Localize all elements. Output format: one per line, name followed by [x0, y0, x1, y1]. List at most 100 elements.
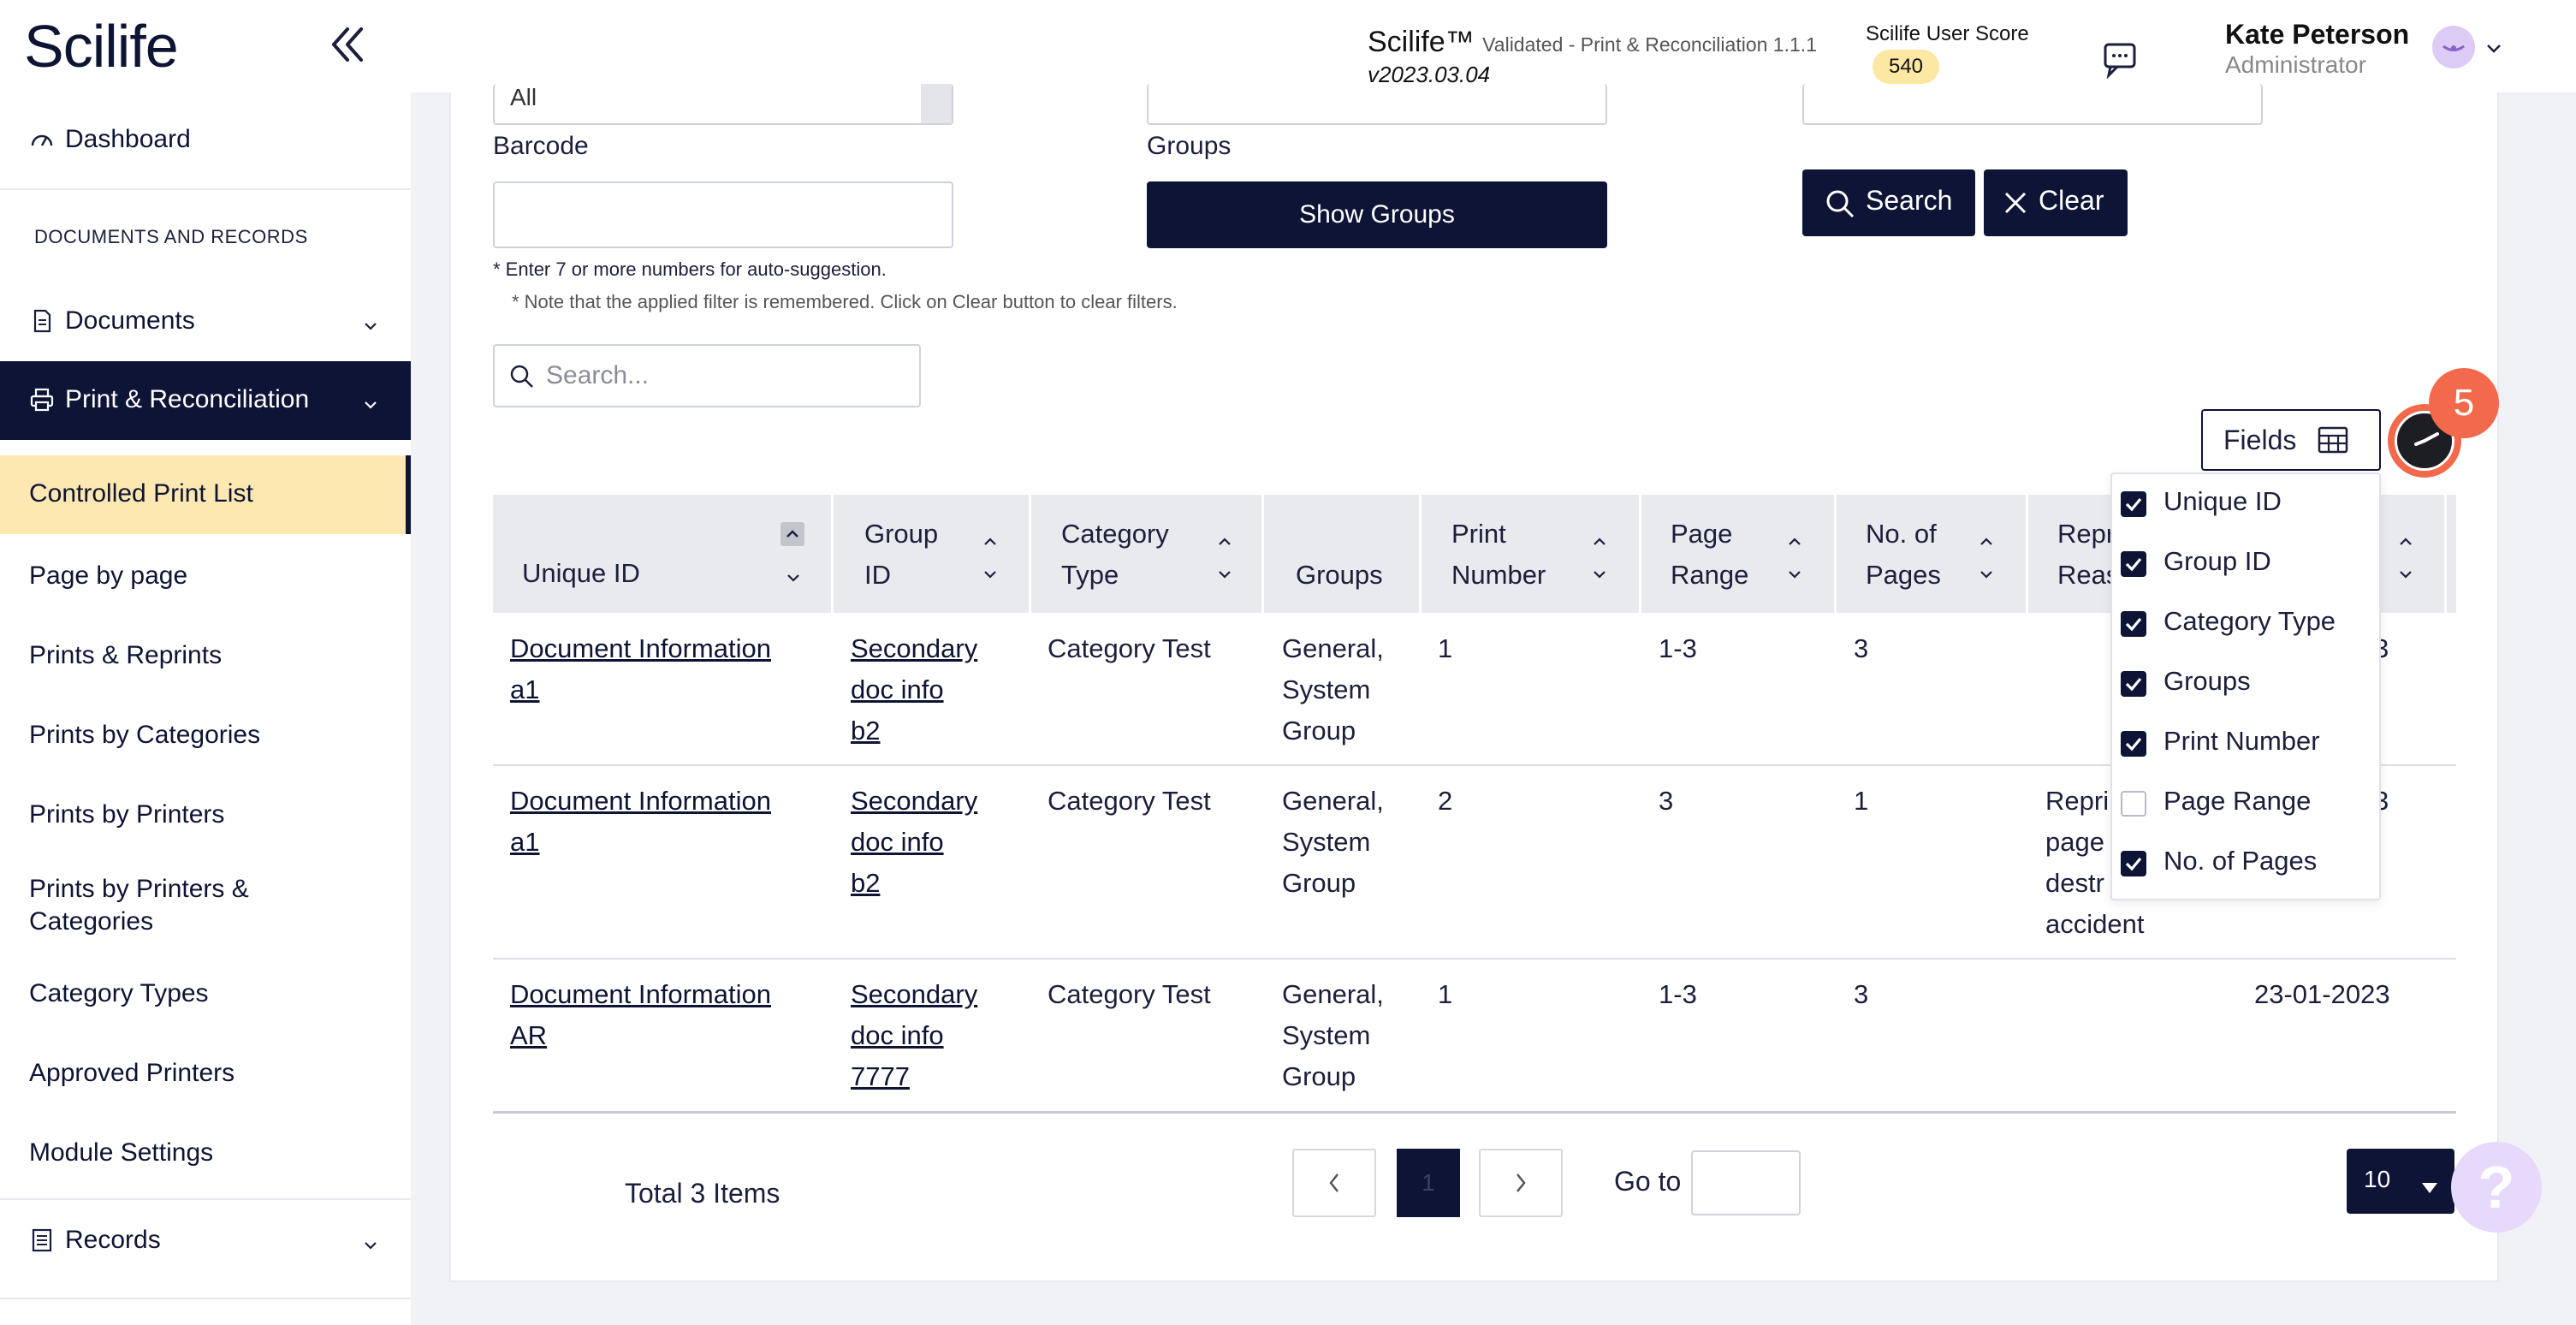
group-id-link[interactable]: Secondary — [851, 974, 977, 1015]
group-id-link-line2[interactable]: doc info — [851, 822, 977, 863]
field-option-groups[interactable]: Groups — [2112, 654, 2383, 714]
select-scroll-thumb[interactable] — [921, 84, 952, 123]
group-id-link-line3[interactable]: 7777 — [851, 1056, 977, 1097]
user-name[interactable]: Kate Peterson — [2225, 19, 2409, 51]
sidebar-item-approved-printers[interactable]: Approved Printers — [0, 1049, 411, 1108]
unique-id-link-line2[interactable]: AR — [510, 1015, 771, 1056]
column-header-category-type[interactable]: Category — [1061, 514, 1169, 555]
unique-id-link-line2[interactable]: a1 — [510, 822, 771, 863]
sort-asc-icon[interactable] — [2396, 529, 2415, 548]
sidebar-item-documents[interactable]: Documents — [0, 291, 411, 351]
field-option-unique-id[interactable]: Unique ID — [2112, 474, 2383, 534]
checkbox-checked-icon[interactable] — [2121, 851, 2146, 876]
field-option-print-number[interactable]: Print Number — [2112, 714, 2383, 774]
sort-asc-icon[interactable] — [1977, 529, 1996, 548]
prev-page-button[interactable] — [1292, 1149, 1376, 1217]
search-button[interactable]: Search — [1802, 169, 1975, 236]
field-option-no-of-pages[interactable]: No. of Pages — [2112, 834, 2383, 894]
column-header-no-of-pages[interactable]: No. of — [1866, 514, 1937, 555]
column-header-page-range[interactable]: Page — [1671, 514, 1732, 555]
groups-cell-line: System — [1282, 674, 1371, 704]
sidebar-item-records[interactable]: Records — [0, 1207, 411, 1280]
unique-id-link-line2[interactable]: a1 — [510, 669, 771, 710]
sort-asc-active-icon[interactable] — [781, 522, 804, 546]
page-range-cell: 1-3 — [1659, 979, 1697, 1009]
show-groups-button[interactable]: Show Groups — [1147, 181, 1607, 248]
groups-cell-line: Group — [1282, 716, 1356, 746]
sidebar-item-prints-by-printers-categories[interactable]: Prints by Printers & Categories — [0, 863, 411, 940]
sort-desc-icon[interactable] — [1785, 561, 1804, 580]
collapse-sidebar-icon[interactable] — [323, 21, 371, 68]
checkbox-checked-icon[interactable] — [2121, 671, 2146, 697]
goto-page-input[interactable] — [1691, 1150, 1801, 1215]
sidebar-item-print-reconciliation[interactable]: Print & Reconciliation — [0, 361, 411, 440]
sort-asc-icon[interactable] — [981, 529, 1000, 548]
group-id-link[interactable]: Secondary — [851, 781, 977, 822]
date-input[interactable] — [1802, 84, 2263, 125]
group-id-link[interactable]: Secondary — [851, 628, 977, 669]
page-range-cell: 1-3 — [1659, 633, 1697, 663]
checkbox-checked-icon[interactable] — [2121, 551, 2146, 577]
sort-asc-icon[interactable] — [1215, 529, 1234, 548]
unique-id-link[interactable]: Document Information — [510, 781, 771, 822]
groups-cell-line: General, — [1282, 633, 1384, 663]
sidebar-item-controlled-print-list[interactable]: Controlled Print List — [0, 455, 411, 534]
fields-button[interactable]: Fields — [2201, 409, 2381, 471]
sidebar-item-prints-by-categories[interactable]: Prints by Categories — [0, 710, 411, 770]
sort-asc-icon[interactable] — [1590, 529, 1609, 548]
chevron-down-icon[interactable] — [2484, 36, 2504, 56]
checkbox-checked-icon[interactable] — [2121, 731, 2146, 757]
barcode-input[interactable] — [493, 181, 953, 248]
field-option-label: Print Number — [2163, 726, 2320, 756]
sort-desc-icon[interactable] — [1215, 561, 1234, 580]
column-separator — [1419, 495, 1422, 613]
column-header-groups[interactable]: Groups — [1296, 555, 1383, 596]
fields-dropdown-menu: Unique ID Group ID Category Type Groups … — [2110, 472, 2381, 900]
product-title: Scilife™ Validated - Print & Reconciliat… — [1368, 26, 1817, 59]
column-header-category-type-line2: Type — [1061, 560, 1119, 590]
chat-icon[interactable] — [2100, 39, 2140, 80]
sort-desc-icon[interactable] — [981, 561, 1000, 580]
checkbox-checked-icon[interactable] — [2121, 491, 2146, 517]
user-role: Administrator — [2225, 51, 2366, 78]
group-id-link-line2[interactable]: doc info — [851, 669, 977, 710]
next-page-button[interactable] — [1479, 1149, 1563, 1217]
field-option-group-id[interactable]: Group ID — [2112, 534, 2383, 594]
sort-desc-icon[interactable] — [784, 565, 803, 584]
sidebar-item-prints-reprints[interactable]: Prints & Reprints — [0, 631, 411, 691]
sidebar-item-page-by-page[interactable]: Page by page — [0, 551, 411, 611]
checkbox-unchecked-icon[interactable] — [2121, 791, 2146, 817]
status-select[interactable]: All — [493, 84, 953, 125]
page-size-select[interactable]: 10 — [2347, 1149, 2454, 1214]
column-header-group-id[interactable]: Group — [864, 514, 938, 555]
search-icon — [1825, 188, 1855, 219]
clear-button[interactable]: Clear — [1984, 169, 2128, 236]
sidebar-item-category-types[interactable]: Category Types — [0, 969, 411, 1029]
page-1-button[interactable]: 1 — [1397, 1149, 1460, 1217]
total-items: Total 3 Items — [625, 1178, 781, 1209]
group-id-link-line3[interactable]: b2 — [851, 863, 977, 904]
group-id-link-line3[interactable]: b2 — [851, 710, 977, 752]
groups-input[interactable] — [1147, 84, 1607, 125]
unique-id-link[interactable]: Document Information — [510, 974, 771, 1015]
sidebar-item-module-settings[interactable]: Module Settings — [0, 1128, 411, 1188]
divider — [0, 1198, 411, 1200]
table-search-input[interactable]: Search... — [493, 344, 921, 407]
column-header-print-number[interactable]: Print — [1451, 514, 1506, 555]
avatar[interactable] — [2432, 26, 2475, 68]
sidebar-item-prints-by-printers[interactable]: Prints by Printers — [0, 790, 411, 850]
help-button[interactable]: ? — [2451, 1142, 2542, 1233]
unique-id-link[interactable]: Document Information — [510, 628, 771, 669]
sort-desc-icon[interactable] — [2396, 561, 2415, 580]
field-option-page-range[interactable]: Page Range — [2112, 774, 2383, 834]
field-option-label: Group ID — [2163, 546, 2271, 576]
scilife-logo[interactable]: Scilife — [24, 12, 179, 80]
column-header-unique-id[interactable]: Unique ID — [522, 553, 640, 594]
field-option-category-type[interactable]: Category Type — [2112, 594, 2383, 654]
sort-desc-icon[interactable] — [1977, 561, 1996, 580]
sort-asc-icon[interactable] — [1785, 529, 1804, 548]
sidebar-item-dashboard[interactable]: Dashboard — [0, 110, 411, 169]
sort-desc-icon[interactable] — [1590, 561, 1609, 580]
checkbox-checked-icon[interactable] — [2121, 611, 2146, 637]
group-id-link-line2[interactable]: doc info — [851, 1015, 977, 1056]
